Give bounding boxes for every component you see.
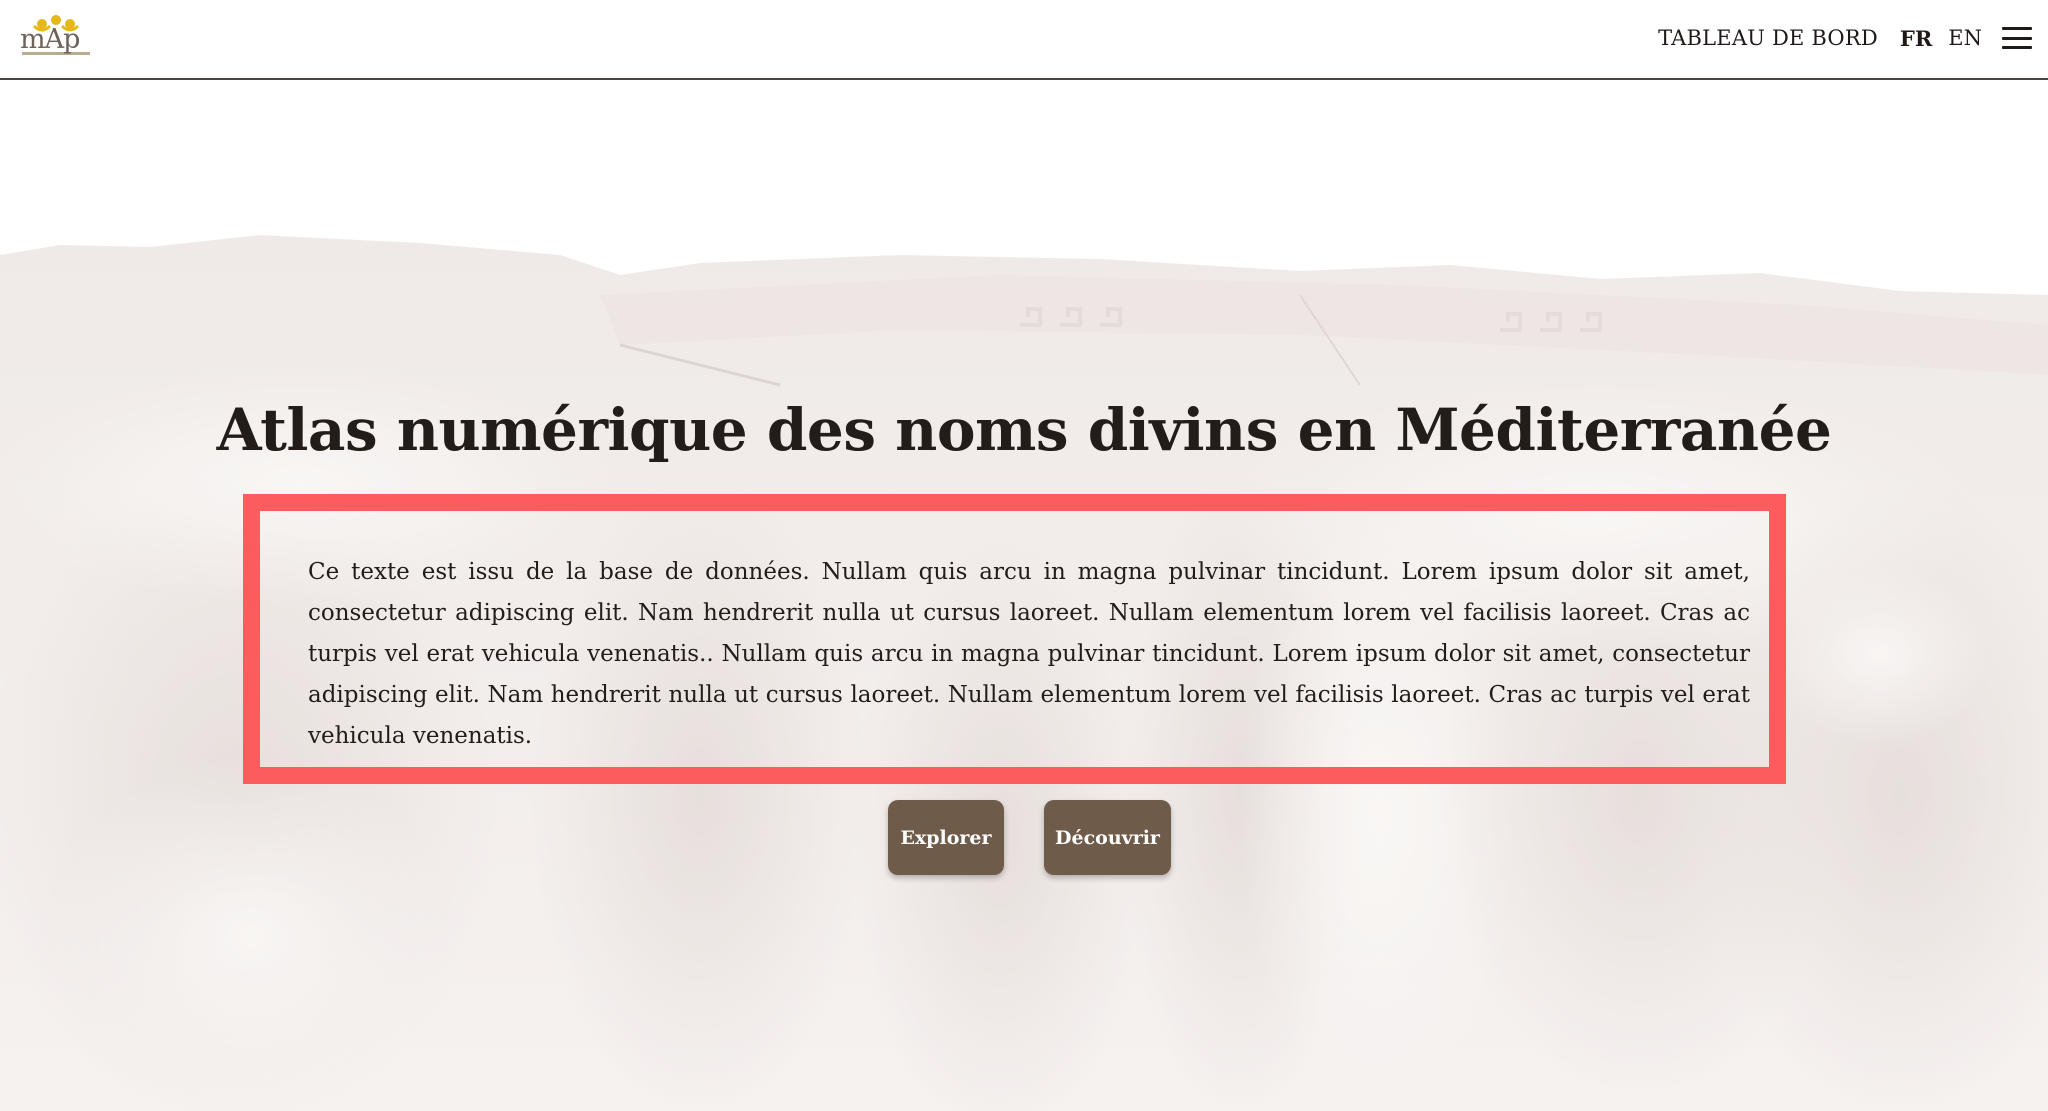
language-en[interactable]: EN [1948,26,1982,50]
main-nav: TABLEAU DE BORD FR EN [1658,0,2048,76]
language-fr[interactable]: FR [1900,26,1932,51]
site-logo[interactable]: mAp [20,14,92,58]
nav-dashboard-link[interactable]: TABLEAU DE BORD [1658,26,1878,50]
highlight-frame [243,494,1786,784]
menu-bar [2002,27,2032,30]
site-header: mAp TABLEAU DE BORD FR EN [0,0,2048,80]
menu-bar [2002,46,2032,49]
discover-button[interactable]: Découvrir [1044,800,1171,875]
explorer-button[interactable]: Explorer [888,800,1004,875]
hamburger-menu-icon[interactable] [2002,25,2032,51]
logo-text: mAp [20,24,80,55]
page-title: Atlas numérique des noms divins en Médit… [216,396,1832,464]
menu-bar [2002,36,2032,40]
